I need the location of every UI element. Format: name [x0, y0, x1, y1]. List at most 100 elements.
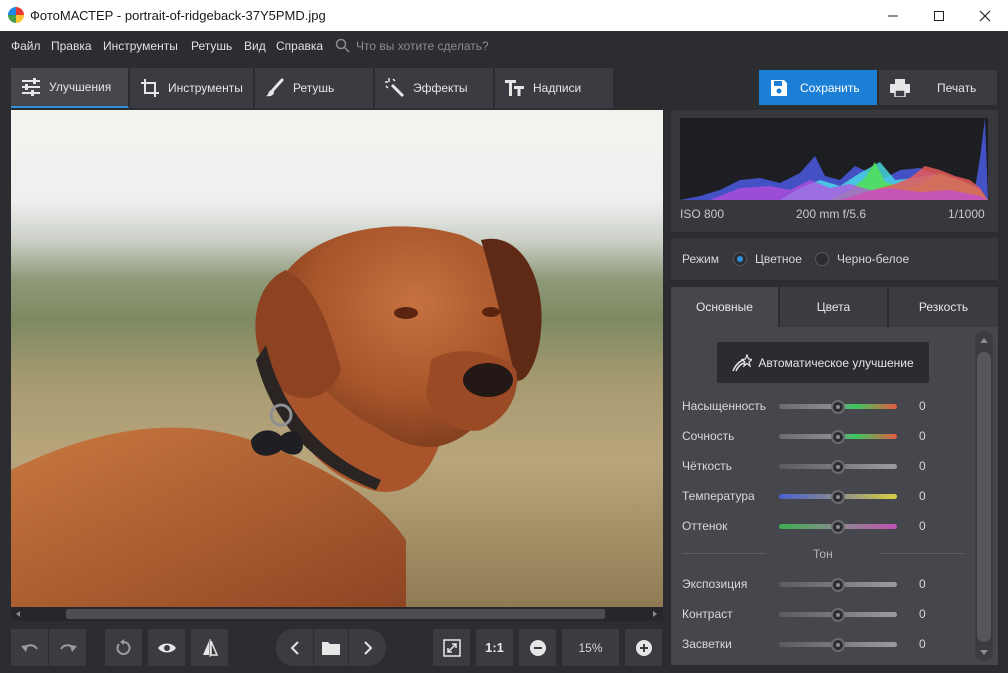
folder-icon [322, 641, 340, 655]
contrast-label: Контраст [682, 607, 733, 621]
save-label: Сохранить [800, 80, 860, 95]
vibrance-slider-knob[interactable] [831, 430, 845, 444]
maximize-button[interactable] [916, 0, 962, 31]
menu-help[interactable]: Справка [276, 39, 323, 53]
maximize-icon [934, 10, 944, 21]
menu-file[interactable]: Файл [11, 39, 41, 53]
tint-slider-knob[interactable] [831, 520, 845, 534]
scroll-up-icon[interactable] [979, 336, 989, 344]
mode-bw-label[interactable]: Черно-белое [837, 252, 909, 266]
chevron-left-icon [290, 640, 299, 655]
tab-label: Улучшения [49, 80, 112, 94]
zoom-in-icon [635, 639, 652, 656]
temperature-label: Температура [682, 489, 755, 503]
reset-button[interactable] [105, 629, 142, 666]
menu-bar: Файл Правка Инструменты Ретушь Вид Справ… [0, 31, 1008, 60]
highlights-value: 0 [919, 637, 926, 651]
scrollbar-thumb[interactable] [977, 352, 991, 642]
search-icon[interactable] [335, 38, 350, 53]
menu-view[interactable]: Вид [244, 39, 266, 53]
tab-label: Ретушь [293, 81, 335, 95]
saturation-label: Насыщенность [682, 399, 767, 413]
floppy-disk-icon [771, 79, 787, 96]
clarity-value: 0 [919, 459, 926, 473]
menu-edit[interactable]: Правка [51, 39, 92, 53]
tab-enhancements[interactable]: Улучшения [11, 68, 129, 108]
lens-info: 200 mm f/5.6 [796, 207, 867, 221]
open-folder-button[interactable] [313, 629, 349, 666]
zoom-in-button[interactable] [625, 629, 662, 666]
preview-button[interactable] [148, 629, 185, 666]
undo-icon [20, 643, 38, 652]
print-button[interactable]: Печать [879, 70, 997, 105]
mode-label: Режим [682, 252, 719, 266]
tab-tools[interactable]: Инструменты [130, 68, 254, 108]
tab-sharpness[interactable]: Резкость [889, 287, 998, 327]
auto-enhance-label: Автоматическое улучшение [758, 355, 914, 370]
minimize-button[interactable] [870, 0, 916, 31]
window-title: ФотоМАСТЕР - portrait-of-ridgeback-37Y5P… [30, 8, 326, 23]
vibrance-label: Сочность [682, 429, 735, 443]
tab-text[interactable]: Надписи [495, 68, 614, 108]
sliders-icon [21, 77, 41, 97]
tab-label: Инструменты [168, 81, 243, 95]
previous-button[interactable] [276, 629, 313, 666]
rotate-icon [116, 638, 130, 655]
redo-icon [59, 643, 77, 652]
scrollbar-thumb[interactable] [66, 609, 605, 619]
menu-retouch[interactable]: Ретушь [191, 39, 232, 53]
tab-colors[interactable]: Цвета [780, 287, 887, 327]
compare-button[interactable] [191, 629, 228, 666]
tab-retouch[interactable]: Ретушь [255, 68, 374, 108]
tint-label: Оттенок [682, 519, 728, 533]
tab-label: Эффекты [413, 81, 468, 95]
close-icon [979, 10, 991, 21]
divider [880, 553, 964, 554]
menu-tools[interactable]: Инструменты [103, 39, 178, 53]
exposure-slider-knob[interactable] [831, 578, 845, 592]
exposure-value: 0 [919, 577, 926, 591]
photo-canvas[interactable] [11, 110, 663, 607]
temperature-slider-knob[interactable] [831, 490, 845, 504]
radio-bw[interactable] [815, 252, 829, 266]
contrast-value: 0 [919, 607, 926, 621]
app-logo-icon [8, 7, 24, 23]
iso-value: ISO 800 [680, 207, 725, 221]
magic-wand-icon [385, 78, 405, 98]
scroll-left-icon[interactable] [13, 609, 23, 619]
save-button[interactable]: Сохранить [759, 70, 877, 105]
search-input[interactable]: Что вы хотите сделать? [356, 39, 489, 53]
mode-color-label[interactable]: Цветное [755, 252, 802, 266]
histogram [680, 118, 988, 200]
actual-size-button[interactable]: 1:1 [476, 629, 513, 666]
eye-icon [157, 643, 176, 652]
print-label: Печать [937, 80, 977, 95]
printer-icon [890, 78, 910, 97]
tab-label: Надписи [533, 81, 582, 95]
brush-icon [265, 78, 285, 98]
highlights-label: Засветки [682, 637, 732, 651]
text-icon [505, 78, 525, 98]
scroll-down-icon[interactable] [979, 649, 989, 657]
clarity-slider-knob[interactable] [831, 460, 845, 474]
zoom-level[interactable]: 15% [562, 629, 619, 666]
undo-button[interactable] [11, 629, 48, 666]
auto-enhance-button[interactable]: Автоматическое улучшение [717, 342, 929, 383]
tab-basic[interactable]: Основные [671, 287, 778, 327]
highlights-slider-knob[interactable] [831, 638, 845, 652]
radio-color[interactable] [733, 252, 747, 266]
fit-screen-button[interactable] [433, 629, 470, 666]
saturation-slider-knob[interactable] [831, 400, 845, 414]
close-button[interactable] [962, 0, 1008, 31]
auto-enhance-icon [732, 353, 753, 371]
temperature-value: 0 [919, 489, 926, 503]
exposure-label: Экспозиция [682, 577, 748, 591]
contrast-slider-knob[interactable] [831, 608, 845, 622]
zoom-out-button[interactable] [519, 629, 556, 666]
tab-effects[interactable]: Эффекты [375, 68, 494, 108]
scroll-right-icon[interactable] [650, 609, 660, 619]
tint-value: 0 [919, 519, 926, 533]
next-button[interactable] [349, 629, 386, 666]
redo-button[interactable] [49, 629, 86, 666]
title-bar: ФотоМАСТЕР - portrait-of-ridgeback-37Y5P… [0, 0, 1008, 31]
